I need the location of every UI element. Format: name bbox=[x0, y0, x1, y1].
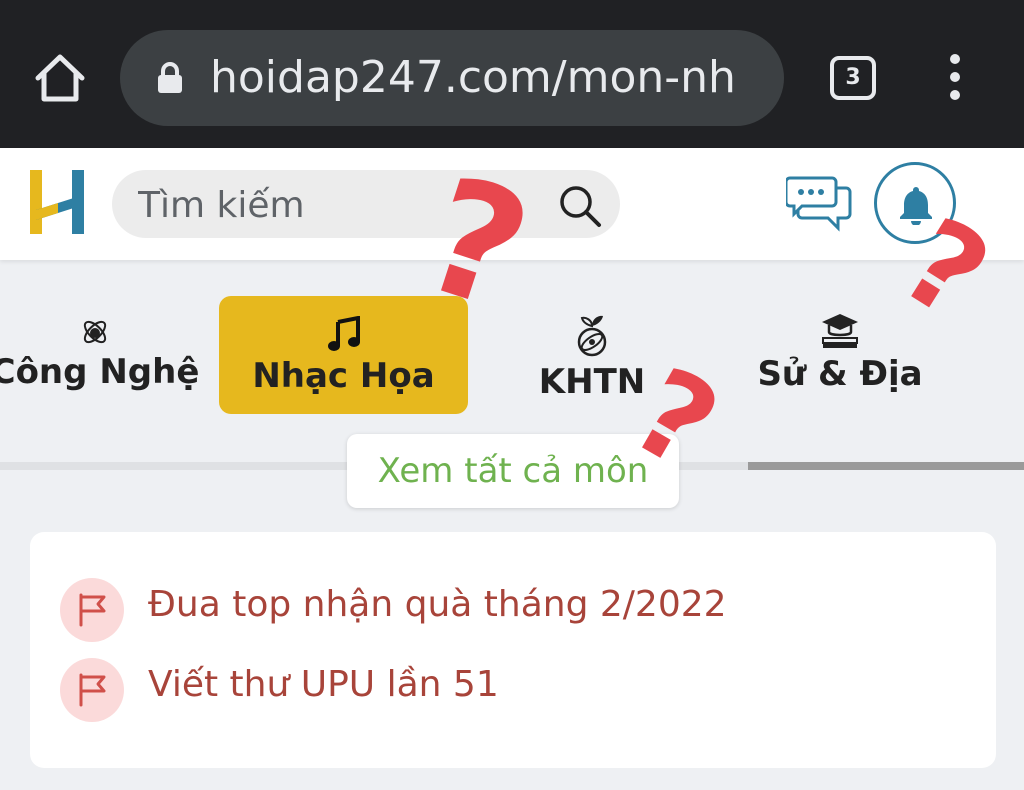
flag-icon bbox=[60, 578, 124, 642]
tab-label: Công Nghệ bbox=[0, 352, 200, 392]
address-bar[interactable]: hoidap247.com/mon-nh bbox=[120, 30, 784, 126]
announcement-link[interactable]: Viết thư UPU lần 51 bbox=[148, 664, 499, 705]
tab-label: Nhạc Họa bbox=[252, 356, 435, 396]
lock-icon bbox=[156, 62, 184, 94]
bell-icon bbox=[900, 187, 932, 225]
announcement-link[interactable]: Đua top nhận quà tháng 2/2022 bbox=[148, 584, 727, 625]
flag-icon bbox=[60, 658, 124, 722]
tab-cong-nghe[interactable]: Công Nghệ bbox=[0, 316, 200, 392]
music-note-icon bbox=[327, 316, 360, 351]
home-icon[interactable] bbox=[30, 48, 90, 108]
url-text: hoidap247.com/mon-nh bbox=[210, 52, 736, 103]
science-icon bbox=[577, 315, 607, 357]
chat-icon[interactable] bbox=[784, 176, 852, 232]
tab-switcher-button[interactable]: 3 bbox=[830, 56, 876, 100]
announcements-card: Đua top nhận quà tháng 2/2022 Viết thư U… bbox=[30, 532, 996, 768]
tab-scroll-indicator[interactable] bbox=[748, 462, 1024, 470]
atom-icon bbox=[83, 320, 107, 344]
search-icon[interactable] bbox=[558, 184, 602, 228]
graduation-books-icon bbox=[822, 314, 858, 348]
more-vert-icon[interactable] bbox=[944, 54, 966, 104]
logo[interactable] bbox=[28, 168, 88, 238]
tab-label: Sử & Địa bbox=[757, 354, 923, 394]
browser-toolbar: hoidap247.com/mon-nh 3 bbox=[0, 0, 1024, 148]
